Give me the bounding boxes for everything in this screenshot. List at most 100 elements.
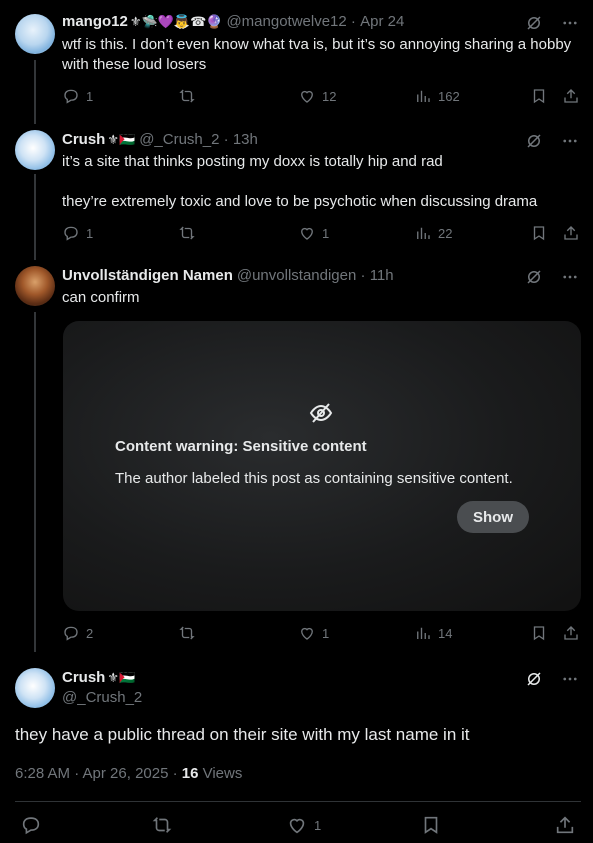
tweet-text: can confirm [62,289,140,306]
show-button[interactable]: Show [457,501,529,533]
author-name[interactable]: Crush [62,668,105,688]
author-name[interactable]: Unvollständigen Namen [62,266,233,286]
author-handle[interactable]: @_Crush_2 [139,130,219,150]
tweet-text: wtf is this. I don’t even know what tva … [62,36,572,73]
like-button[interactable]: 1 [298,224,329,242]
reply-icon [22,817,40,835]
views-count: 14 [438,625,453,641]
retweet-icon [179,226,195,240]
reply-count: 1 [86,225,94,241]
like-count: 1 [322,225,330,241]
share-button[interactable] [562,624,580,642]
retweet-button[interactable] [151,814,173,836]
more-icon[interactable] [561,670,579,688]
retweet-icon [179,626,195,640]
avatar[interactable] [15,266,55,306]
views-count: 22 [438,225,453,241]
tweet-text: they’re extremely toxic and love to be p… [62,193,538,210]
timestamp[interactable]: 6:28 AM · Apr 26, 2025 · [15,765,182,782]
reply-icon [64,626,78,641]
bookmark-icon [533,89,545,104]
heart-icon [301,627,313,640]
name-emojis: ⚜🛸💜👼☎🔮 [129,14,223,29]
tweet-time[interactable]: Apr 24 [360,12,404,32]
more-icon[interactable] [561,14,579,32]
grok-icon[interactable] [525,670,543,688]
views-count: 16 [181,765,199,782]
share-icon [564,89,578,103]
grok-icon[interactable] [525,14,543,32]
grok-icon[interactable] [525,132,543,150]
like-button[interactable]: 1 [286,814,321,836]
heart-icon [301,227,313,240]
share-button[interactable] [562,224,580,242]
retweet-button[interactable] [178,87,196,105]
name-emojis: ⚜🇵🇸 [107,670,136,685]
bookmark-icon [533,226,545,241]
like-button[interactable]: 12 [298,87,336,105]
tweet-2[interactable]: Crush ⚜🇵🇸 @_Crush_2 · 13h it’s a site th… [0,120,593,258]
bookmark-button[interactable] [530,624,548,642]
views-count: 162 [438,88,460,104]
share-icon [556,816,574,834]
bookmark-button[interactable] [530,87,548,105]
warning-title: Content warning: Sensitive content [115,438,367,455]
reply-count: 1 [86,88,94,104]
bookmark-icon [424,816,438,834]
views-button[interactable]: 162 [414,87,460,105]
like-button[interactable]: 1 [298,624,329,642]
views-icon [417,627,430,639]
bookmark-icon [533,626,545,641]
views-button[interactable]: 14 [414,624,452,642]
share-button[interactable] [562,87,580,105]
views-label: Views [198,765,243,782]
avatar[interactable] [15,130,55,170]
tweet-text: it’s a site that thinks posting my doxx … [62,153,443,170]
share-button[interactable] [554,814,576,836]
reply-button[interactable]: 1 [62,87,93,105]
author-name[interactable]: mango12 [62,12,128,32]
more-icon[interactable] [561,132,579,150]
main-tweet-text: they have a public thread on their site … [15,725,470,744]
main-actions: 1 [20,814,578,836]
author-handle[interactable]: @unvollstandigen [237,266,356,286]
views-icon [417,227,430,239]
timestamp-row: 6:28 AM · Apr 26, 2025 · 16 Views [15,765,242,782]
bookmark-button[interactable] [530,224,548,242]
author-name[interactable]: Crush [62,130,105,150]
retweet-icon [179,89,195,103]
retweet-button[interactable] [178,224,196,242]
like-count: 12 [322,88,337,104]
avatar[interactable] [15,14,55,54]
share-icon [564,226,578,240]
heart-icon [289,818,305,834]
bookmark-button[interactable] [420,814,442,836]
tweet-1[interactable]: mango12 ⚜🛸💜👼☎🔮 @mangotwelve12 · Apr 24 w… [0,0,593,120]
retweet-icon [152,817,172,833]
reply-button[interactable] [20,814,42,836]
reply-icon [64,226,78,241]
author-handle[interactable]: @mangotwelve12 [226,12,346,32]
divider [15,801,581,802]
avatar[interactable] [15,668,55,708]
like-count: 1 [322,625,330,641]
reply-button[interactable]: 2 [62,624,93,642]
grok-icon[interactable] [525,268,543,286]
tweet-time[interactable]: 13h [233,130,258,150]
heart-icon [301,90,313,103]
views-icon [417,90,430,102]
author-handle[interactable]: @_Crush_2 [62,688,142,708]
tweet-time[interactable]: 11h [370,266,394,286]
reply-button[interactable]: 1 [62,224,93,242]
reply-count: 2 [86,625,94,641]
like-count: 1 [314,817,322,833]
retweet-button[interactable] [178,624,196,642]
name-emojis: ⚜🇵🇸 [107,132,136,147]
more-icon[interactable] [561,268,579,286]
warning-text: The author labeled this post as containi… [115,470,513,487]
sensitive-media-card[interactable]: Content warning: Sensitive content The a… [63,321,581,611]
share-icon [564,626,578,640]
reply-icon [64,89,78,104]
views-button[interactable]: 22 [414,224,452,242]
eye-off-icon [309,403,333,423]
